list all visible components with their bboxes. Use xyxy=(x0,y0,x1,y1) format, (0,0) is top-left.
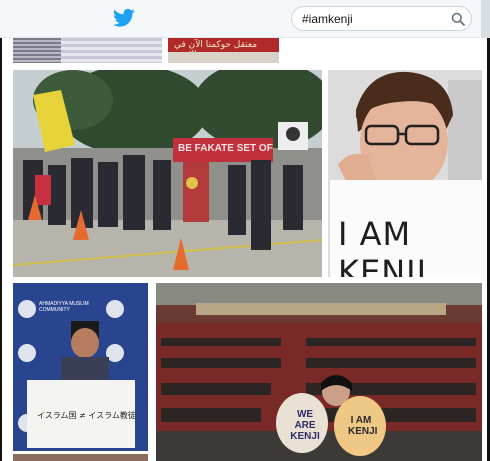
media-tile-ahmadiyya[interactable]: イスラム国 ≠ イスラム教徒 AHMADIYYA MUSLIM COMMUNIT… xyxy=(13,283,148,451)
left-border xyxy=(0,38,2,461)
window-edge xyxy=(481,0,490,38)
media-tile-protest[interactable]: BE FAKATE SET OF xyxy=(13,70,322,277)
muslim-sign-text: イスラム国 ≠ イスラム教徒 xyxy=(37,411,136,420)
i-am-kenji-sign-text: I AM KENJI xyxy=(338,215,428,277)
search-icon[interactable] xyxy=(451,12,465,26)
media-tile-arabic-banner[interactable]: معتقل حوكمنا الآن في الاردن xyxy=(168,38,279,63)
twitter-bird-icon[interactable] xyxy=(113,8,135,28)
i-am-kenji-round-sign-text: I AM KENJI xyxy=(348,415,378,437)
media-tile-kenji-selfie[interactable]: I AM KENJI xyxy=(328,70,482,277)
banner-lower-area xyxy=(168,52,279,63)
media-tile-next[interactable] xyxy=(13,454,148,461)
document-photo xyxy=(13,38,61,63)
media-tile-document[interactable] xyxy=(13,38,162,63)
search-input[interactable]: #iamkenji xyxy=(302,12,353,26)
search-box[interactable]: #iamkenji xyxy=(291,6,472,31)
we-are-kenji-sign-text: WE ARE KENJI xyxy=(290,409,320,442)
top-bar: #iamkenji xyxy=(0,0,490,38)
ahmadiyya-logo-text: AHMADIYYA MUSLIM COMMUNITY xyxy=(39,301,89,313)
protest-photo xyxy=(13,70,322,277)
protest-banner-text: BE FAKATE SET OF xyxy=(178,143,273,154)
media-tile-auditorium[interactable]: WE ARE KENJI I AM KENJI xyxy=(156,283,482,461)
